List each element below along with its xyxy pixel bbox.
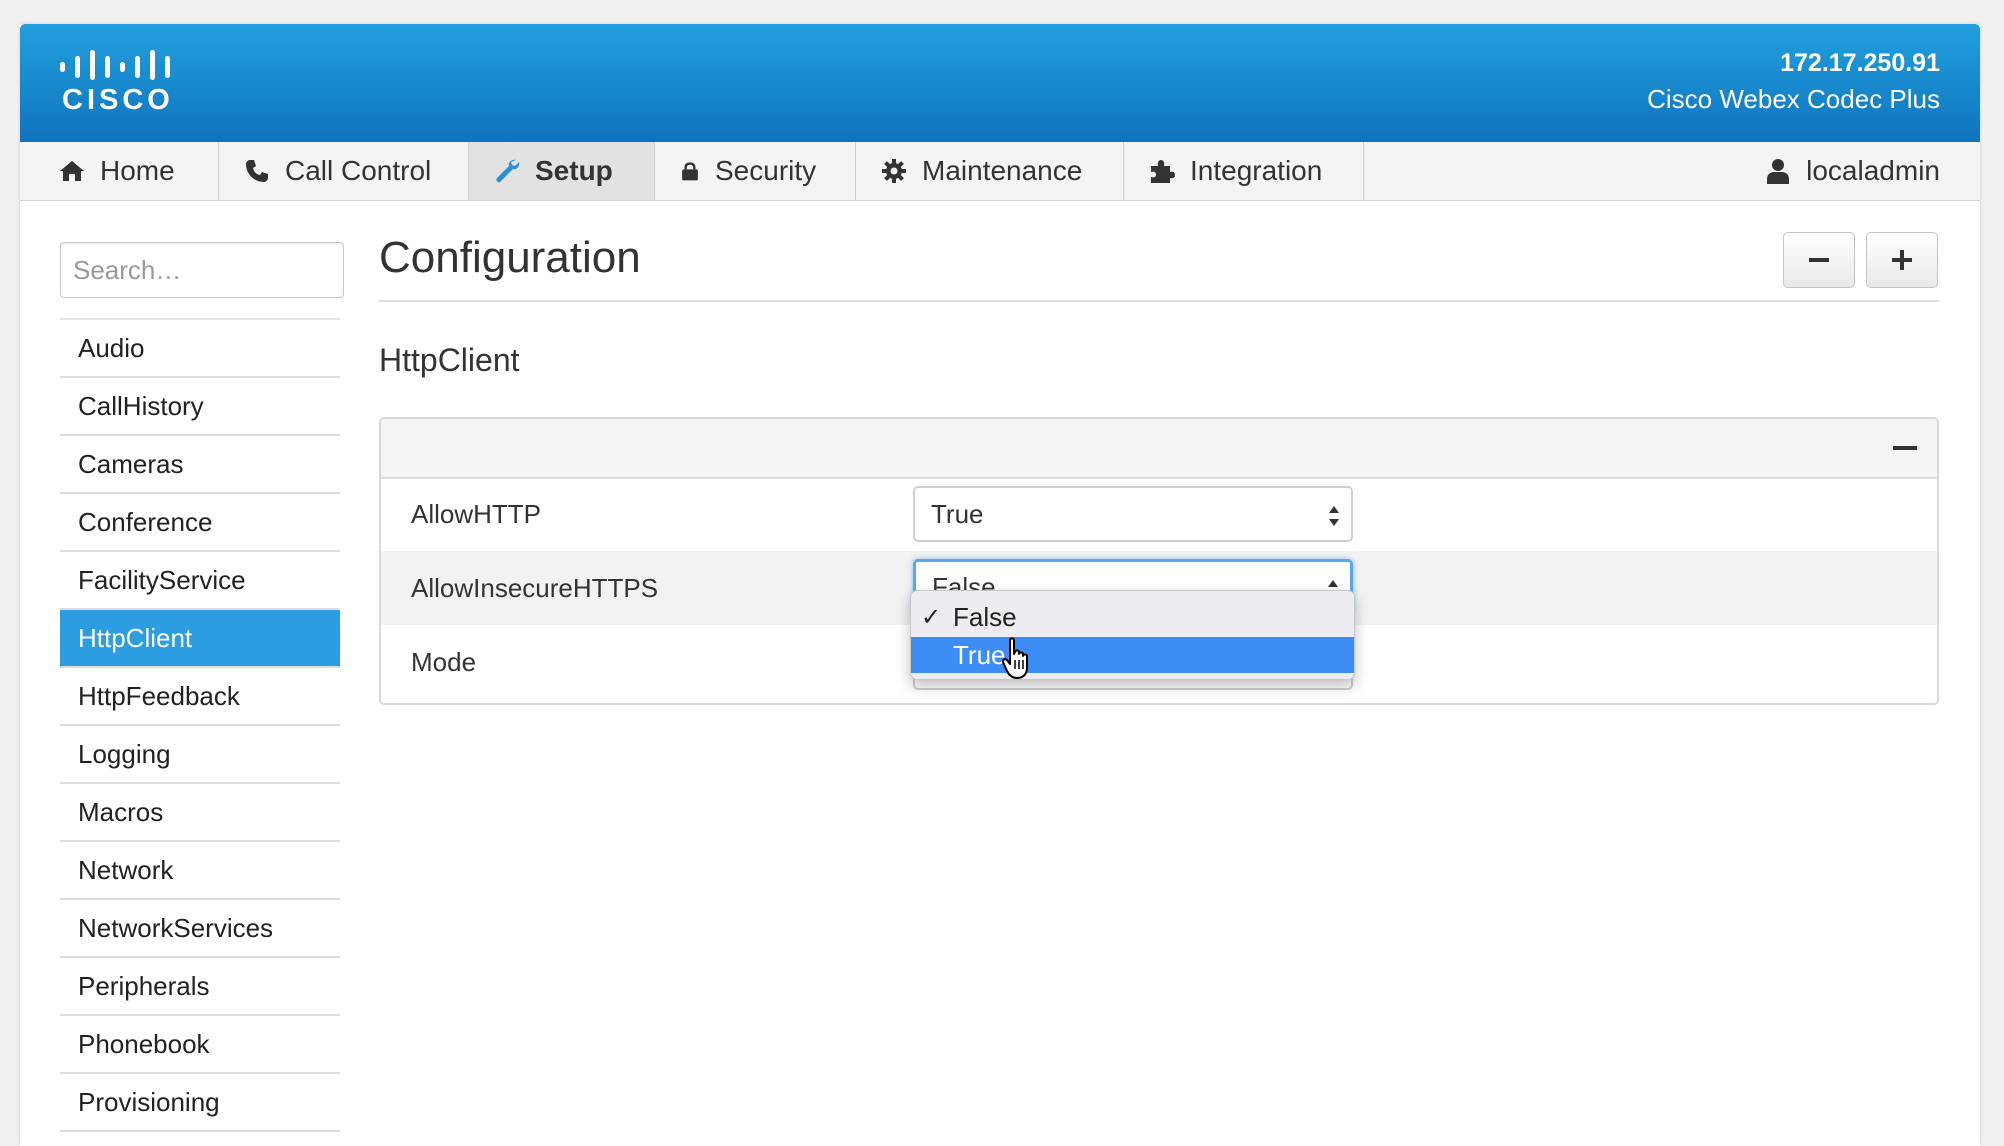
phone-icon bbox=[246, 160, 268, 182]
sidebar-item-network[interactable]: Network bbox=[60, 842, 340, 900]
checkmark-icon: ✓ bbox=[921, 603, 942, 631]
collapse-all-button[interactable] bbox=[1783, 232, 1855, 288]
plus-icon bbox=[1892, 250, 1912, 270]
user-name: localadmin bbox=[1806, 155, 1940, 186]
sidebar-item-audio[interactable]: Audio bbox=[60, 320, 340, 378]
nav-maintenance[interactable]: Maintenance bbox=[856, 142, 1124, 200]
sidebar-item-peripherals[interactable]: Peripherals bbox=[60, 958, 340, 1016]
sidebar-item-networkservices[interactable]: NetworkServices bbox=[60, 900, 340, 958]
sidebar-item-logging[interactable]: Logging bbox=[60, 726, 340, 784]
nav-home[interactable]: Home bbox=[20, 142, 219, 200]
nav-integration-label: Integration bbox=[1190, 155, 1323, 186]
nav-setup-label: Setup bbox=[535, 155, 613, 186]
user-icon bbox=[1767, 159, 1790, 184]
puzzle-icon bbox=[1151, 160, 1175, 183]
nav-maintenance-label: Maintenance bbox=[922, 155, 1083, 186]
select-arrows-icon bbox=[1329, 506, 1339, 526]
select-value: True bbox=[931, 498, 984, 529]
minus-icon bbox=[1809, 258, 1829, 262]
nav-security-label: Security bbox=[715, 155, 817, 186]
sidebar-item-conference[interactable]: Conference bbox=[60, 494, 340, 552]
sidebar-item-facilityservice[interactable]: FacilityService bbox=[60, 552, 340, 610]
app-window: CISCO 172.17.250.91 Cisco Webex Codec Pl… bbox=[20, 24, 1980, 1146]
device-name: Cisco Webex Codec Plus bbox=[1647, 84, 1940, 114]
nav-home-label: Home bbox=[100, 155, 175, 186]
sidebar-search-input[interactable] bbox=[60, 242, 344, 298]
device-ip: 172.17.250.91 bbox=[1780, 49, 1940, 77]
setting-row-allowhttp: AllowHTTP True bbox=[381, 477, 1937, 551]
sidebar-item-phonebook[interactable]: Phonebook bbox=[60, 1016, 340, 1074]
lock-icon bbox=[682, 162, 698, 181]
nav-call-control[interactable]: Call Control bbox=[219, 142, 469, 200]
setting-label: Mode bbox=[411, 647, 477, 677]
device-info: 172.17.250.91 Cisco Webex Codec Plus bbox=[1647, 46, 1940, 118]
nav-security[interactable]: Security bbox=[655, 142, 856, 200]
expand-all-button[interactable] bbox=[1866, 232, 1938, 288]
wrench-icon bbox=[496, 159, 520, 183]
section-title: HttpClient bbox=[379, 342, 520, 378]
setting-label: AllowHTTP bbox=[411, 499, 542, 529]
option-label: False bbox=[953, 601, 1017, 632]
dropdown-option-false[interactable]: ✓ False bbox=[911, 599, 1354, 635]
title-divider bbox=[379, 300, 1939, 302]
nav-integration[interactable]: Integration bbox=[1124, 142, 1364, 200]
gear-icon bbox=[882, 159, 906, 183]
user-menu[interactable]: localadmin bbox=[1766, 142, 1940, 200]
dropdown-option-true[interactable]: True bbox=[911, 637, 1354, 673]
panel-header bbox=[381, 419, 1937, 479]
sidebar: Audio CallHistory Cameras Conference Fac… bbox=[60, 318, 340, 1132]
cisco-bars-icon bbox=[60, 50, 170, 80]
option-label: True bbox=[953, 639, 1006, 670]
panel-collapse-icon[interactable] bbox=[1891, 435, 1919, 461]
header-bar: CISCO 172.17.250.91 Cisco Webex Codec Pl… bbox=[20, 24, 1980, 142]
nav-setup[interactable]: Setup bbox=[469, 142, 655, 200]
allowhttp-select[interactable]: True bbox=[913, 486, 1353, 542]
hand-cursor-icon bbox=[1001, 637, 1028, 679]
home-icon bbox=[60, 161, 84, 181]
setting-label: AllowInsecureHTTPS bbox=[411, 573, 659, 603]
main-nav: Home Call Control Setup Security Mainten… bbox=[20, 142, 1980, 201]
sidebar-item-httpfeedback[interactable]: HttpFeedback bbox=[60, 668, 340, 726]
nav-call-control-label: Call Control bbox=[285, 155, 432, 186]
sidebar-item-provisioning[interactable]: Provisioning bbox=[60, 1074, 340, 1132]
sidebar-item-httpclient[interactable]: HttpClient bbox=[60, 610, 340, 668]
allowinsecurehttps-dropdown: ✓ False True bbox=[910, 590, 1355, 680]
sidebar-item-macros[interactable]: Macros bbox=[60, 784, 340, 842]
sidebar-item-callhistory[interactable]: CallHistory bbox=[60, 378, 340, 436]
page-title: Configuration bbox=[379, 233, 641, 282]
cisco-logo-text: CISCO bbox=[62, 84, 174, 116]
cisco-logo: CISCO bbox=[58, 50, 176, 116]
sidebar-item-cameras[interactable]: Cameras bbox=[60, 436, 340, 494]
